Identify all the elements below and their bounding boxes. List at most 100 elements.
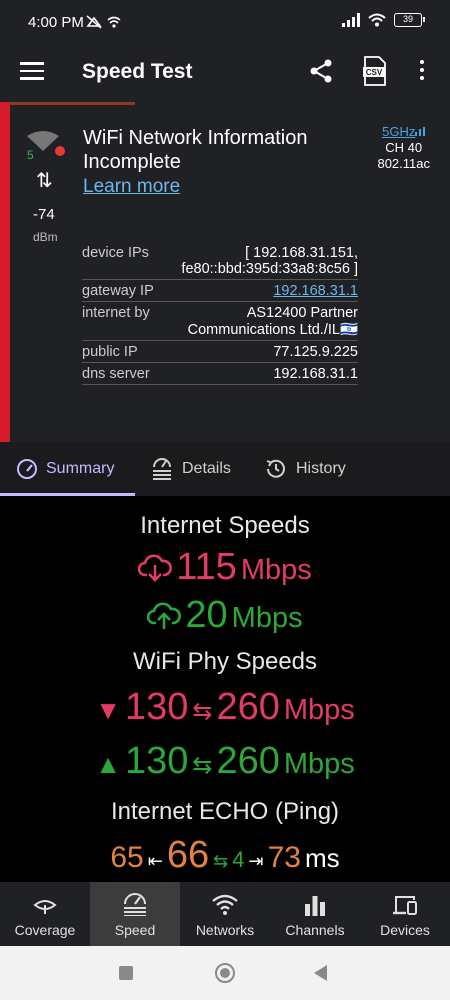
ip-value: 192.168.31.1 [273,366,358,382]
home-button[interactable] [215,963,235,983]
share-icon[interactable] [308,58,334,84]
rssi-unit: dBm [33,230,58,244]
nav-channels[interactable]: Channels [270,882,360,946]
app-bar: Speed Test CSV [0,46,450,102]
devices-icon [393,896,417,915]
ip-label: public IP [82,344,138,360]
tab-summary[interactable]: Summary [16,442,114,496]
network-info-panel: 5 ⇅ -74 dBm WiFi Network Information Inc… [0,102,450,442]
band-signal-icon [415,127,426,136]
upload-value: 20 [185,594,228,636]
ip-label: internet by [82,305,150,321]
speed-summary: Internet Speeds 115 Mbps 20 Mbps WiFi Ph… [0,500,450,880]
phy-down-max: 260 [216,686,280,728]
ip-row-gateway: gateway IP 192.168.31.1 [82,280,358,302]
band-link[interactable]: 5GHz [382,124,415,139]
ip-table: device IPs [ 192.168.31.151, fe80::bbd:39… [82,242,358,385]
nav-speed[interactable]: Speed [90,882,180,946]
upload-speed: 20 Mbps [0,594,450,637]
wifi-standard: 802.11ac [377,156,430,171]
phy-up-speed: ▲ 130 ⇆ 260 Mbps [0,740,450,783]
phy-up-max: 260 [216,740,280,782]
gauge-icon [17,459,37,479]
min-arrow-icon: ⇤ [147,851,163,871]
ip-row-public: public IP 77.125.9.225 [82,341,358,363]
ping-jitter: 4 [232,847,245,872]
download-speed: 115 Mbps [0,546,450,589]
rssi-value: -74 [33,206,55,223]
view-tabs: Summary Details History [0,442,450,496]
gateway-link[interactable]: 192.168.31.1 [273,283,358,299]
traffic-arrows-icon: ⇅ [36,170,53,192]
active-tab-indicator [0,493,135,496]
history-icon [266,459,285,478]
ping-values: 65 ⇤ 66 ⇆ 4 ⇥ 73 ms [0,834,450,877]
download-value: 115 [176,546,237,588]
ip-value: 77.125.9.225 [273,344,358,360]
recents-button[interactable] [119,966,133,980]
up-triangle-icon: ▲ [95,749,121,779]
cloud-download-icon [138,554,173,582]
warning-dot-icon [55,146,65,156]
tab-label: Details [182,460,231,477]
download-unit: Mbps [240,554,312,586]
band-info: 5GHz CH 40 802.11ac [377,124,430,172]
speedometer-icon [124,893,146,916]
ping-max: 73 [267,841,301,874]
tab-history[interactable]: History [264,442,346,496]
ip-label: device IPs [82,245,149,261]
cloud-upload-icon [147,602,182,629]
nav-devices[interactable]: Devices [360,882,450,946]
tab-details[interactable]: Details [150,442,231,496]
system-navigation [0,946,450,1000]
learn-more-link[interactable]: Learn more [83,176,180,198]
phy-down-speed: ▼ 130 ⇆ 260 Mbps [0,686,450,729]
details-icon [153,458,171,480]
wifi-icon [212,894,238,915]
back-button[interactable] [314,965,327,981]
wifi-status-icon [368,13,386,27]
tab-label: History [296,460,346,477]
more-options-icon[interactable] [420,60,426,84]
tab-label: Summary [46,460,115,477]
status-time: 4:00 PM [28,14,84,31]
upload-unit: Mbps [231,602,303,634]
nav-label: Coverage [14,922,76,938]
mute-icon [86,15,121,29]
notification-icons [86,14,126,33]
bar-chart-icon [305,896,325,916]
ping-unit: ms [304,843,340,873]
nav-label: Networks [195,922,255,938]
internet-speeds-title: Internet Speeds [140,512,310,539]
nav-networks[interactable]: Networks [180,882,270,946]
progress-stripe [10,102,135,105]
menu-icon[interactable] [20,62,44,82]
coverage-icon [33,900,57,914]
ip-row-dns: dns server 192.168.31.1 [82,363,358,385]
ip-label: dns server [82,366,150,382]
ping-avg: 66 [166,834,210,876]
jitter-icon: ⇆ [213,851,229,871]
nav-label: Channels [285,922,345,938]
ping-min: 65 [110,841,144,874]
alert-bar [0,102,10,442]
ip-label: gateway IP [82,283,154,299]
cell-signal-icon [342,13,360,27]
phy-up-current: 130 [124,740,189,782]
csv-export-icon[interactable]: CSV [362,56,388,86]
network-warning: WiFi Network Information Incomplete [83,127,308,173]
nav-coverage[interactable]: Coverage [0,882,90,946]
ping-title: Internet ECHO (Ping) [110,798,340,825]
phy-unit: Mbps [283,694,355,726]
phy-unit: Mbps [283,748,355,780]
ip-value: [ 192.168.31.151, fe80::bbd:395d:33a8:8c5… [181,245,358,277]
ip-row-isp: internet by AS12400 Partner Communication… [82,302,358,341]
nav-label: Devices [380,922,430,938]
bottom-navigation: Coverage Speed Networks Channels Devices [0,882,450,946]
channel: CH 40 [385,140,423,155]
page-title: Speed Test [82,60,193,83]
ip-row-device: device IPs [ 192.168.31.151, fe80::bbd:39… [82,242,358,280]
phy-speeds-title: WiFi Phy Speeds [132,648,318,675]
down-triangle-icon: ▼ [95,695,121,725]
max-arrow-icon: ⇥ [248,851,264,871]
